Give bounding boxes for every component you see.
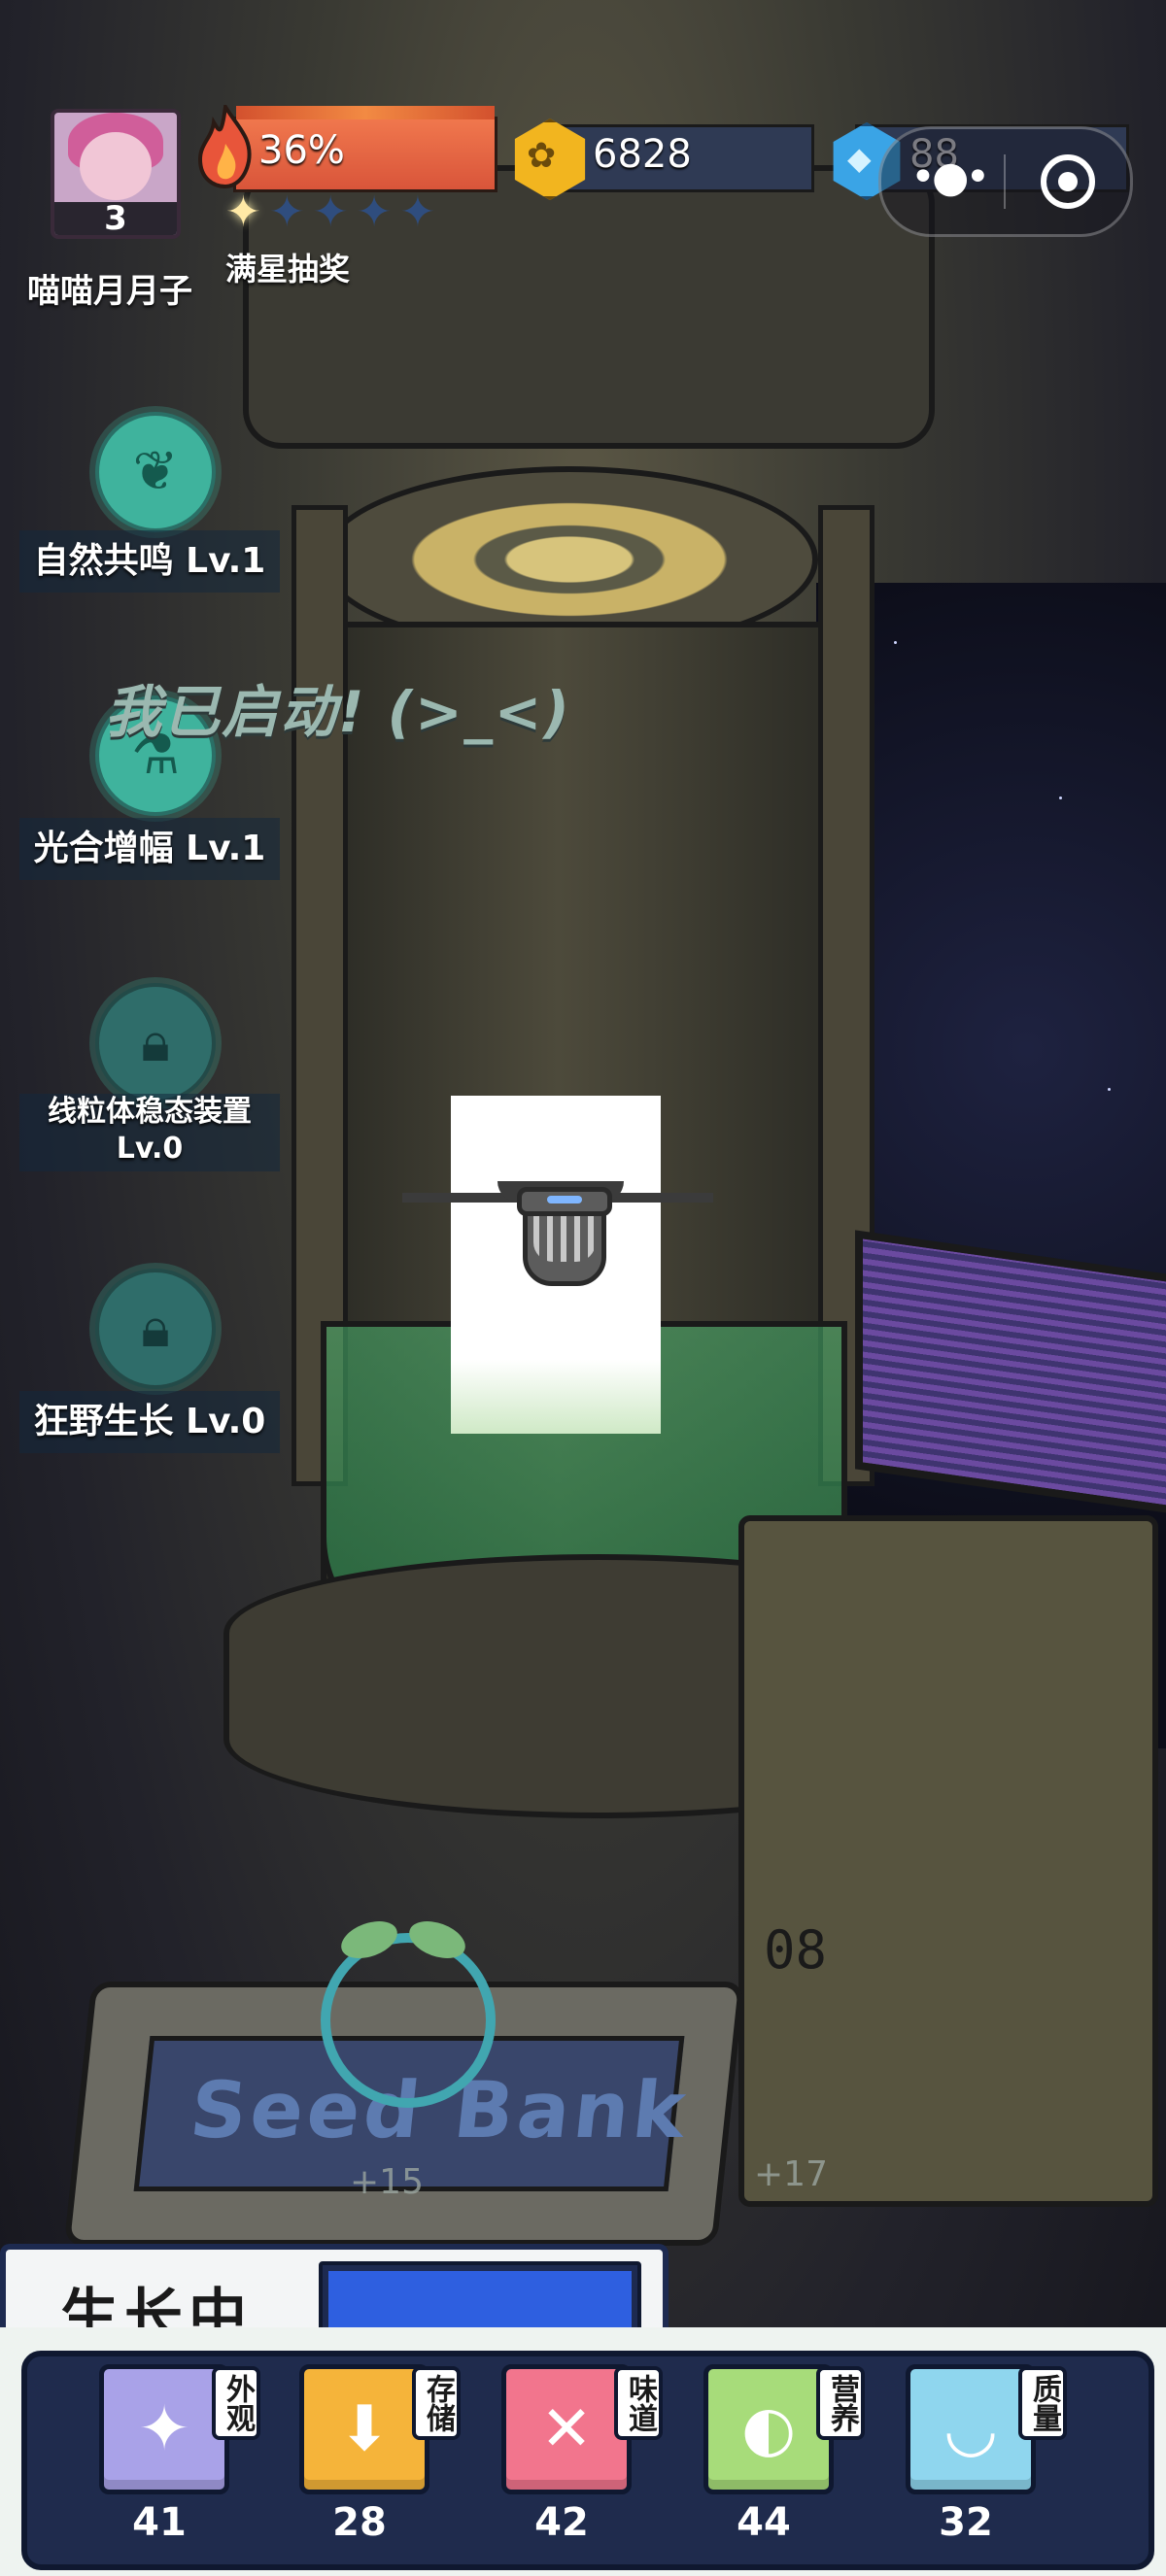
skill-label: 线粒体稳态装置 Lv.0: [19, 1094, 280, 1171]
skill-label: 狂野生长 Lv.0: [19, 1391, 280, 1453]
star-rating[interactable]: ✦ ✦ ✦ ✦ ✦: [225, 190, 435, 235]
fork-knife-icon: ✕: [540, 2393, 593, 2465]
control-machine: 08: [738, 1515, 1158, 2207]
heat-percent: 36%: [258, 128, 345, 173]
gain-popup: +17: [754, 2154, 828, 2194]
speech-bubble: 我已启动! (>_<): [105, 679, 571, 745]
skill-mitochondria-stabilizer[interactable]: 🔒︎: [95, 983, 216, 1103]
close-circle-icon[interactable]: [1041, 154, 1095, 209]
attr-tile: ✕: [501, 2364, 632, 2494]
coin-count: 6828: [593, 132, 692, 177]
attr-value: 44: [737, 2500, 791, 2545]
plant-preview[interactable]: [402, 1096, 713, 1434]
box-icon: ⬇: [338, 2393, 391, 2465]
attribute-taste[interactable]: ✕ 味道 42: [501, 2364, 667, 2549]
star-icon: ✦: [399, 187, 436, 237]
flame-icon: [197, 105, 252, 188]
player-avatar[interactable]: 3: [51, 109, 181, 239]
gain-popup: +15: [350, 2162, 424, 2202]
attribute-storage[interactable]: ⬇ 存储 28: [299, 2364, 464, 2549]
star-lottery-label[interactable]: 满星抽奖: [225, 245, 350, 289]
more-dots-icon[interactable]: •●•: [910, 153, 990, 202]
machine-number: 08: [764, 1919, 828, 1981]
attr-value: 32: [939, 2500, 993, 2545]
attr-tag: 味道: [614, 2366, 663, 2440]
skill-wild-growth[interactable]: 🔒︎: [95, 1269, 216, 1389]
attribute-appearance[interactable]: ✦ 外观 41: [99, 2364, 264, 2549]
progress-fill: [328, 2271, 632, 2329]
attribute-nutrition[interactable]: ◐ 营养 44: [703, 2364, 869, 2549]
star-icon: ✦: [268, 187, 305, 237]
skill-label: 光合增幅 Lv.1: [19, 818, 280, 880]
attr-tile: ✦: [99, 2364, 229, 2494]
leaf-circle-icon: ❦: [132, 440, 179, 503]
sparkle-icon: ✦: [138, 2393, 190, 2465]
lock-icon: 🔒︎: [141, 1297, 170, 1360]
attr-value: 42: [534, 2500, 589, 2545]
attr-value: 41: [132, 2500, 187, 2545]
skill-label: 自然共鸣 Lv.1: [19, 530, 280, 593]
star-icon: ✦: [312, 187, 349, 237]
player-level: 3: [54, 202, 177, 235]
skill-nature-resonance[interactable]: ❦: [95, 412, 216, 532]
wall-monitor: [855, 1230, 1166, 1515]
attr-tile: ◡: [906, 2364, 1036, 2494]
attr-tag: 存储: [412, 2366, 461, 2440]
attr-tag: 外观: [212, 2366, 260, 2440]
attr-tag: 营养: [816, 2366, 865, 2440]
star-icon: ✦: [225, 187, 261, 237]
muscle-icon: ◡: [943, 2393, 998, 2465]
gem-facet-icon: ◆: [847, 140, 872, 177]
attr-value: 28: [332, 2500, 387, 2545]
attr-tile: ◐: [703, 2364, 834, 2494]
attr-tile: ⬇: [299, 2364, 429, 2494]
seed-emblem-icon: [321, 1914, 496, 2108]
attribute-quality[interactable]: ◡ 质量 32: [906, 2364, 1071, 2549]
attr-tag: 质量: [1018, 2366, 1067, 2440]
lock-icon: 🔒︎: [141, 1011, 170, 1074]
flower-icon: ✿: [527, 136, 557, 176]
player-name: 喵喵月月子: [27, 272, 192, 311]
star-icon: ✦: [356, 187, 393, 237]
lemon-icon: ◐: [741, 2393, 796, 2465]
miniprogram-capsule: •●•: [878, 126, 1133, 237]
